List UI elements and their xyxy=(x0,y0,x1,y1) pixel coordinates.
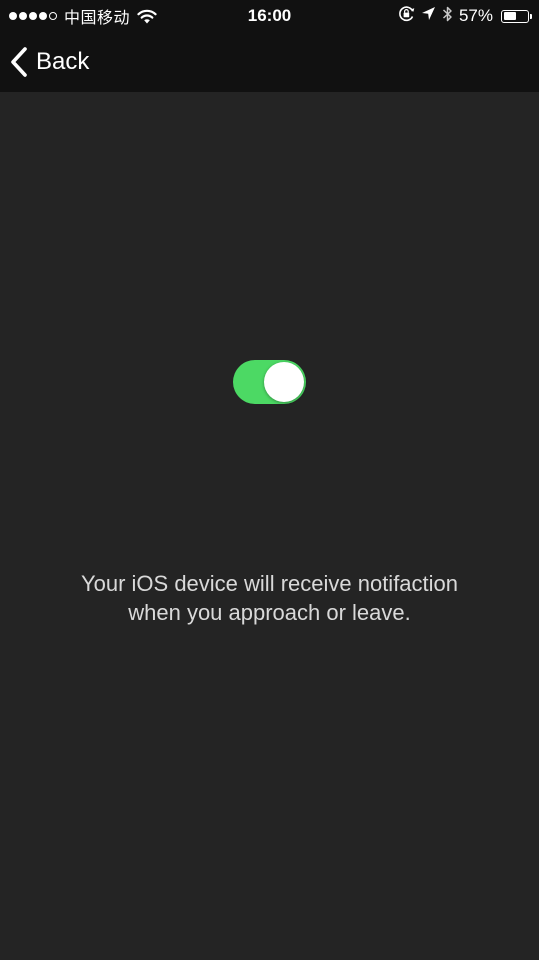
notification-toggle[interactable] xyxy=(233,360,306,404)
rotation-lock-icon xyxy=(398,5,415,27)
back-label: Back xyxy=(36,48,90,75)
description-line-1: Your iOS device will receive notifaction xyxy=(80,571,459,596)
battery-icon xyxy=(501,9,532,23)
battery-nub xyxy=(530,13,532,19)
status-right: 57% xyxy=(398,5,532,28)
back-button[interactable]: Back xyxy=(10,44,89,80)
toggle-knob xyxy=(264,362,304,402)
bluetooth-icon xyxy=(442,5,453,28)
description-line-2: when you approach or leave. xyxy=(128,600,411,625)
screen: 中国移动 16:00 57% Back Your iOS device will… xyxy=(0,0,539,960)
battery-percent: 57% xyxy=(458,6,493,25)
navigation-bar: Back xyxy=(0,32,539,92)
status-bar: 中国移动 16:00 57% xyxy=(0,0,539,32)
notification-description: Your iOS device will receive notifaction… xyxy=(20,569,519,627)
battery-level-fill xyxy=(503,12,517,20)
chevron-left-icon xyxy=(10,47,28,77)
location-arrow-icon xyxy=(421,6,436,26)
